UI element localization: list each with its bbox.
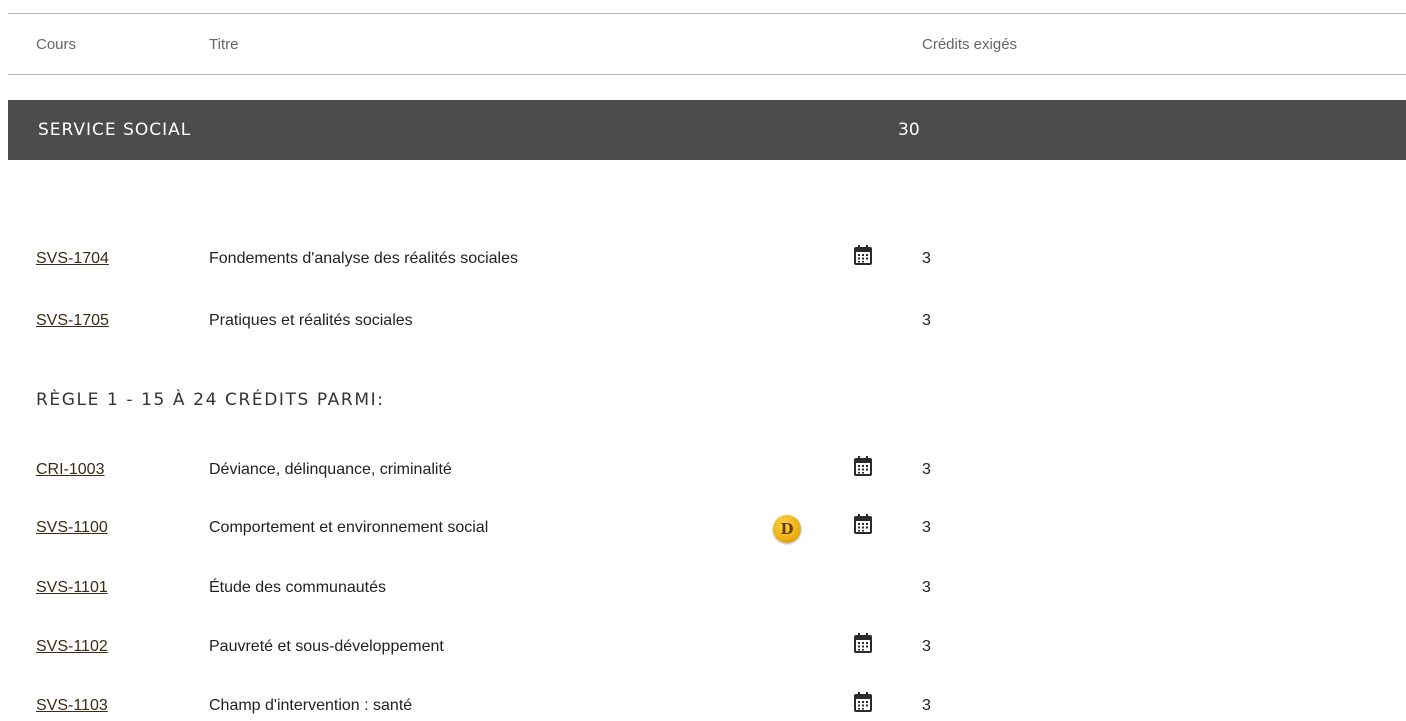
rule-heading: RÈGLE 1 - 15 À 24 CRÉDITS PARMI: xyxy=(36,390,385,410)
course-code-link[interactable]: SVS-1704 xyxy=(36,250,109,268)
course-title: Comportement et environnement social xyxy=(209,519,489,536)
course-code-link[interactable]: SVS-1103 xyxy=(36,697,108,715)
table-row: SVS-1705 Pratiques et réalités sociales … xyxy=(0,306,1406,336)
table-row: SVS-1101 Étude des communautés 3 xyxy=(0,573,1406,603)
calendar-icon[interactable] xyxy=(852,244,874,266)
header-top-rule xyxy=(8,13,1406,14)
section-banner: SERVICE SOCIAL 30 xyxy=(8,100,1406,160)
table-row: SVS-1103 Champ d'intervention : santé 3 xyxy=(0,691,1406,721)
course-title: Fondements d'analyse des réalités social… xyxy=(209,250,518,267)
course-credits: 3 xyxy=(922,697,931,714)
column-header-title: Titre xyxy=(209,36,239,53)
course-credits: 3 xyxy=(922,250,931,267)
course-credits: 3 xyxy=(922,579,931,596)
section-credits: 30 xyxy=(898,120,920,140)
course-code-link[interactable]: SVS-1705 xyxy=(36,312,109,330)
course-title: Pauvreté et sous-développement xyxy=(209,638,444,655)
calendar-icon[interactable] xyxy=(852,691,874,713)
header-bottom-rule xyxy=(8,74,1406,75)
course-title: Déviance, délinquance, criminalité xyxy=(209,461,452,478)
table-row: SVS-1100 Comportement et environnement s… xyxy=(0,513,1406,543)
course-title: Champ d'intervention : santé xyxy=(209,697,413,714)
course-code-link[interactable]: SVS-1102 xyxy=(36,638,108,656)
table-row: CRI-1003 Déviance, délinquance, criminal… xyxy=(0,455,1406,485)
course-credits: 3 xyxy=(922,638,931,655)
column-header-course: Cours xyxy=(36,36,77,53)
section-title: SERVICE SOCIAL xyxy=(38,120,192,140)
course-code-link[interactable]: CRI-1003 xyxy=(36,461,104,479)
column-header-credits: Crédits exigés xyxy=(922,36,1018,53)
course-code-link[interactable]: SVS-1100 xyxy=(36,519,108,537)
calendar-icon[interactable] xyxy=(852,455,874,477)
course-title: Étude des communautés xyxy=(209,579,386,596)
table-row: SVS-1102 Pauvreté et sous-développement … xyxy=(0,632,1406,662)
calendar-icon[interactable] xyxy=(852,513,874,535)
course-credits: 3 xyxy=(922,519,931,536)
course-code-link[interactable]: SVS-1101 xyxy=(36,579,108,597)
course-credits: 3 xyxy=(922,461,931,478)
course-title: Pratiques et réalités sociales xyxy=(209,312,413,329)
distance-badge-icon[interactable]: D xyxy=(773,515,801,543)
course-credits: 3 xyxy=(922,312,931,329)
calendar-icon[interactable] xyxy=(852,632,874,654)
table-row: SVS-1704 Fondements d'analyse des réalit… xyxy=(0,244,1406,274)
